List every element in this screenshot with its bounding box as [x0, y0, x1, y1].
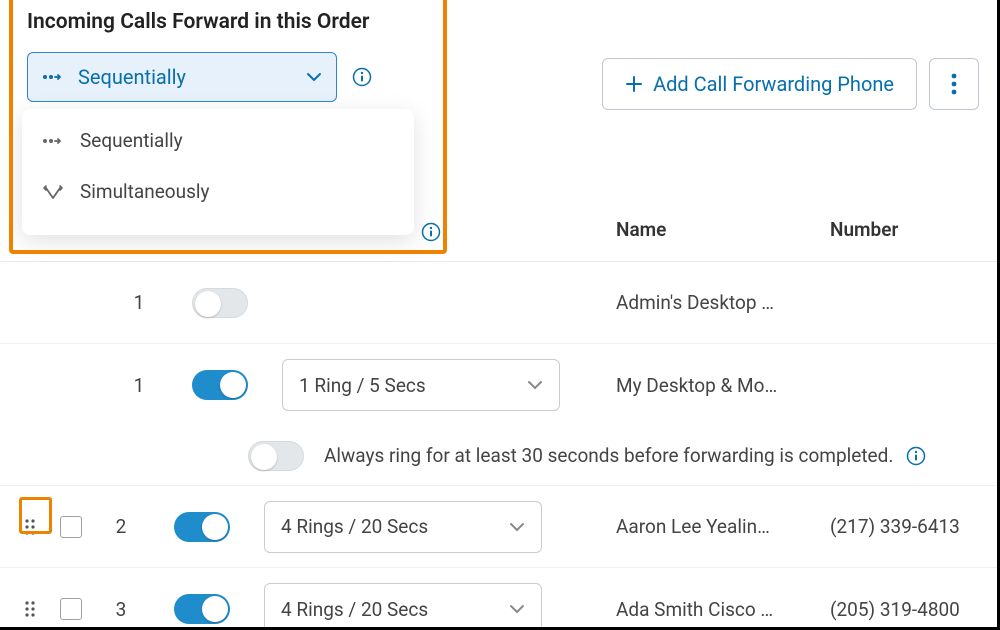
ring-duration-value: 1 Ring / 5 Secs [299, 374, 426, 397]
section-title: Incoming Calls Forward in this Order [27, 10, 977, 34]
sequential-icon [42, 70, 64, 84]
forward-mode-select[interactable]: Sequentially [27, 52, 337, 102]
add-button-label: Add Call Forwarding Phone [653, 72, 894, 96]
row-name: My Desktop & Mo… [616, 374, 816, 397]
info-icon[interactable] [351, 66, 373, 88]
forward-mode-dropdown: Sequentially Simultaneously [22, 109, 414, 235]
dropdown-option-simultaneously[interactable]: Simultaneously [22, 166, 414, 217]
always-ring-toggle[interactable] [248, 441, 304, 471]
table-row: 2 4 Rings / 20 Secs Aaron Lee Yealin… (2… [0, 486, 997, 568]
forward-mode-label: Sequentially [78, 65, 306, 89]
row-name: Admin's Desktop … [616, 291, 816, 314]
row-number: (205) 319-4800 [830, 598, 960, 621]
column-name: Name [616, 218, 666, 241]
row-checkbox[interactable] [60, 516, 82, 538]
more-actions-button[interactable] [929, 58, 979, 110]
dropdown-option-sequentially[interactable]: Sequentially [22, 115, 414, 166]
simultaneous-icon [42, 184, 66, 200]
row-number: (217) 339-6413 [830, 515, 960, 538]
chevron-down-icon [509, 522, 525, 532]
row-name: Ada Smith Cisco … [616, 598, 816, 621]
order-number: 1 [114, 291, 164, 314]
always-ring-text: Always ring for at least 30 seconds befo… [324, 444, 893, 467]
ring-duration-select[interactable]: 4 Rings / 20 Secs [264, 501, 542, 553]
chevron-down-icon [527, 380, 543, 390]
add-call-forwarding-button[interactable]: Add Call Forwarding Phone [602, 58, 917, 110]
dropdown-option-label: Sequentially [80, 129, 183, 152]
drag-handle-icon[interactable] [24, 518, 46, 536]
plus-icon [625, 75, 643, 93]
chevron-down-icon [509, 604, 525, 614]
table-row: 3 4 Rings / 20 Secs Ada Smith Cisco … (2… [0, 568, 997, 630]
row-name: Aaron Lee Yealin… [616, 515, 816, 538]
info-icon[interactable] [420, 221, 442, 243]
active-toggle[interactable] [192, 288, 248, 318]
chevron-down-icon [306, 72, 322, 82]
call-forwarding-panel: Incoming Calls Forward in this Order Seq… [0, 0, 1000, 630]
forwarding-rows: 1 Admin's Desktop … 1 1 Ring / 5 Secs My… [0, 262, 997, 630]
sequential-icon [42, 134, 66, 148]
always-ring-row: Always ring for at least 30 seconds befo… [0, 426, 997, 486]
ring-duration-select[interactable]: 4 Rings / 20 Secs [264, 583, 542, 630]
drag-handle-icon[interactable] [24, 600, 46, 618]
info-icon[interactable] [905, 445, 927, 467]
order-number: 3 [96, 598, 146, 621]
column-number: Number [830, 218, 898, 241]
order-number: 1 [114, 374, 164, 397]
row-checkbox[interactable] [60, 598, 82, 620]
active-toggle[interactable] [174, 594, 230, 624]
table-row: 1 1 Ring / 5 Secs My Desktop & Mo… [0, 344, 997, 426]
kebab-icon [951, 73, 957, 95]
active-toggle[interactable] [174, 512, 230, 542]
dropdown-option-label: Simultaneously [80, 180, 210, 203]
order-number: 2 [96, 515, 146, 538]
ring-duration-select[interactable]: 1 Ring / 5 Secs [282, 359, 560, 411]
active-toggle[interactable] [192, 370, 248, 400]
table-row: 1 Admin's Desktop … [0, 262, 997, 344]
ring-duration-value: 4 Rings / 20 Secs [281, 515, 428, 538]
ring-duration-value: 4 Rings / 20 Secs [281, 598, 428, 621]
